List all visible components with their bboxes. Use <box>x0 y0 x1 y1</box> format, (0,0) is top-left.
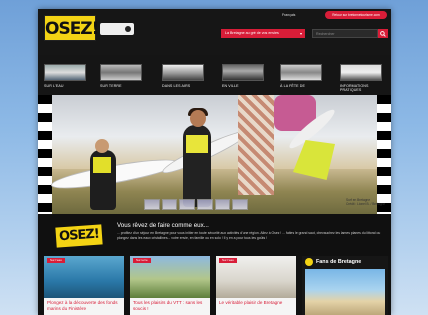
osez-logo[interactable]: OSEZ! <box>44 15 99 41</box>
teaser-section: OSEZ! Vous rêvez de faire comme eux... .… <box>38 214 391 256</box>
nav-label: SUR TERRE <box>100 84 122 88</box>
card-title[interactable]: Plongez à la découverte des fonds marins… <box>44 298 124 313</box>
nav-thumbnail <box>162 64 204 81</box>
language-selector[interactable]: Français <box>282 13 295 17</box>
hero-stripe-left <box>38 95 52 214</box>
nav-label: SUR L'EAU <box>44 84 64 88</box>
slideshow-thumbnail[interactable] <box>161 199 178 210</box>
search-icon <box>380 30 386 37</box>
hero-caption: Surf en Bretagne Crédit : Lionel B. / Br… <box>346 198 385 206</box>
nav-item-sur-leau[interactable]: SUR L'EAU <box>44 64 86 90</box>
slogan-dropdown-label: La Bretagne au gré de vos envies <box>225 31 279 35</box>
surfer-head <box>190 110 206 127</box>
nav-item-en-ville[interactable]: EN VILLE <box>222 64 264 90</box>
nav-label: EN VILLE <box>222 84 239 88</box>
card-badge: Sur terre <box>133 258 151 263</box>
slogan-dropdown[interactable]: La Bretagne au gré de vos envies ▾ <box>221 29 305 38</box>
nav-label: À LA FÊTE DE <box>280 84 305 88</box>
nav-label: INFORMATIONS PRATIQUES <box>340 84 369 92</box>
brand-sublogo[interactable] <box>100 23 134 35</box>
nav-label: DANS LES AIRS <box>162 84 191 88</box>
card-image: Sur terre <box>130 256 210 298</box>
site-header: OSEZ! Français Retour sur bretonnetouris… <box>38 9 391 55</box>
nav-thumbnail <box>340 64 382 81</box>
slideshow-thumbnail[interactable] <box>214 199 231 210</box>
website-frame: OSEZ! Français Retour sur bretonnetouris… <box>38 9 391 315</box>
hero-stripe-right <box>377 95 391 214</box>
surfer-vest <box>93 157 111 173</box>
fans-icon <box>305 258 313 266</box>
surfer-vest <box>186 135 208 153</box>
nav-thumbnail <box>100 64 142 81</box>
surfer-figure <box>238 95 274 195</box>
article-card[interactable]: Sur l'eau Plongez à la découverte des fo… <box>44 256 124 315</box>
nav-item-sur-terre[interactable]: SUR TERRE <box>100 64 142 90</box>
main-nav: SUR L'EAU SUR TERRE DANS LES AIRS EN VIL… <box>38 55 391 95</box>
teaser-title: Vous rêvez de faire comme eux... <box>117 222 209 229</box>
card-badge: Sur l'eau <box>219 258 237 263</box>
card-badge: Sur l'eau <box>47 258 65 263</box>
nav-thumbnail <box>280 64 322 81</box>
teaser-text: ... profitez d'un séjour en Bretagne pou… <box>117 231 381 240</box>
slideshow-thumbnails <box>144 199 249 210</box>
search-button[interactable] <box>378 29 388 38</box>
fans-title: Fans de Bretagne <box>316 259 362 265</box>
slideshow-thumbnail[interactable] <box>179 199 196 210</box>
card-image: Sur l'eau <box>216 256 296 298</box>
hero-caption-credit: Crédit : Lionel B. / Bretagne <box>346 202 386 206</box>
nav-thumbnail <box>222 64 264 81</box>
nav-item-a-la-fete[interactable]: À LA FÊTE DE <box>280 64 322 90</box>
nav-item-dans-les-airs[interactable]: DANS LES AIRS <box>162 64 204 90</box>
teaser-logo: OSEZ! <box>55 224 103 248</box>
nav-thumbnail <box>44 64 86 81</box>
card-title[interactable]: Le véritable plaisir de Bretagne <box>216 298 296 308</box>
chevron-down-icon: ▾ <box>299 31 302 36</box>
hero-image: Surf en Bretagne Crédit : Lionel B. / Br… <box>38 95 391 214</box>
slideshow-thumbnail[interactable] <box>144 199 160 210</box>
article-card[interactable]: Sur l'eau Le véritable plaisir de Bretag… <box>216 256 296 315</box>
slideshow-thumbnail[interactable] <box>197 199 213 210</box>
surfer-head <box>95 139 109 153</box>
card-image: Sur l'eau <box>44 256 124 298</box>
fans-widget: Fans de Bretagne <box>302 256 388 315</box>
back-to-main-site-button[interactable]: Retour sur bretonnetourisme.com <box>325 11 387 19</box>
article-card[interactable]: Sur terre Tous les plaisirs du VTT : san… <box>130 256 210 315</box>
card-title[interactable]: Tous les plaisirs du VTT : sans les souc… <box>130 298 210 313</box>
fans-photo[interactable] <box>305 269 385 315</box>
slideshow-thumbnail[interactable] <box>232 199 249 210</box>
fans-header: Fans de Bretagne <box>302 256 388 268</box>
search-input[interactable]: Rechercher <box>312 29 378 38</box>
nav-item-informations-pratiques[interactable]: INFORMATIONS PRATIQUES <box>340 64 382 92</box>
